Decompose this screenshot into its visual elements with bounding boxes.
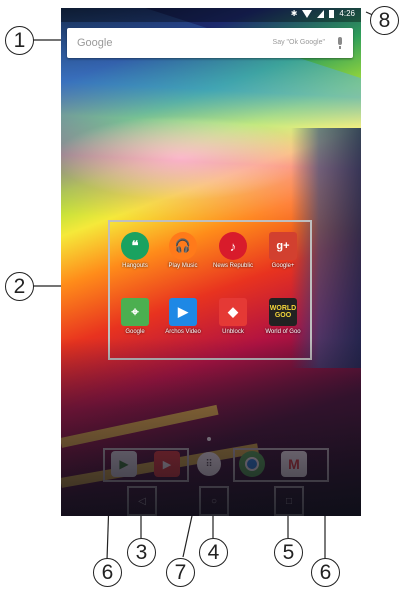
app-label: Play Music — [168, 263, 198, 269]
app-play-music[interactable]: 🎧 Play Music — [158, 232, 208, 269]
app-label: Google+ — [271, 263, 295, 269]
gmail-icon[interactable]: M — [281, 451, 307, 477]
app-label: Unblock — [222, 329, 244, 335]
app-folder-grid: ❝ Hangouts 🎧 Play Music ♪ News Republic … — [108, 220, 312, 360]
callout-6-right: 6 — [311, 558, 340, 587]
google-plus-icon: g+ — [269, 232, 297, 260]
app-label: News Republic — [212, 263, 254, 269]
app-google-maps[interactable]: ⌖ Google — [110, 298, 160, 335]
chrome-icon[interactable] — [239, 451, 265, 477]
dock-right-group — [233, 448, 329, 482]
home-icon: ○ — [210, 495, 218, 507]
google-logo: Google — [77, 37, 113, 49]
bluetooth-icon: ✱ — [290, 9, 298, 18]
youtube-icon[interactable]: ▶ — [154, 451, 180, 477]
app-label: Hangouts — [122, 263, 148, 269]
back-icon: ◁ — [138, 495, 146, 507]
wifi-icon — [302, 10, 313, 18]
world-of-goo-icon: WORLD GOO — [269, 298, 297, 326]
archos-video-icon: ▶ — [169, 298, 197, 326]
recents-icon: □ — [285, 495, 293, 507]
callout-3: 3 — [127, 538, 156, 567]
back-button[interactable]: ◁ — [127, 486, 157, 516]
signal-icon — [317, 10, 325, 18]
app-hangouts[interactable]: ❝ Hangouts — [110, 232, 160, 269]
app-label: World of Goo — [265, 329, 301, 335]
play-store-icon[interactable]: ▶ — [111, 451, 137, 477]
callout-7: 7 — [166, 558, 195, 587]
voice-search-hint: Say "Ok Google" — [272, 39, 325, 46]
dock-left-group — [103, 448, 189, 482]
status-bar: ✱ 4:26 — [61, 8, 361, 22]
app-news-republic[interactable]: ♪ News Republic — [208, 232, 258, 269]
callout-4: 4 — [199, 538, 228, 567]
app-label: Archos Video — [165, 329, 201, 335]
callout-2: 2 — [5, 272, 34, 301]
app-unblock[interactable]: ◆ Unblock — [208, 298, 258, 335]
callout-5: 5 — [274, 538, 303, 567]
app-label: Google — [125, 329, 145, 335]
page-indicator — [207, 437, 211, 441]
recents-button[interactable]: □ — [274, 486, 304, 516]
callout-1: 1 — [5, 26, 34, 55]
battery-icon — [329, 10, 335, 18]
app-world-of-goo[interactable]: WORLD GOO World of Goo — [258, 298, 308, 335]
app-archos-video[interactable]: ▶ Archos Video — [158, 298, 208, 335]
callout-6-left: 6 — [93, 558, 122, 587]
app-google-plus[interactable]: g+ Google+ — [258, 232, 308, 269]
status-time: 4:26 — [339, 9, 355, 18]
wallpaper-road-line — [61, 404, 219, 448]
wallpaper-road-line — [61, 443, 259, 488]
play-music-icon: 🎧 — [169, 232, 197, 260]
news-republic-icon: ♪ — [219, 232, 247, 260]
apps-launcher-icon[interactable]: ⠿ — [197, 452, 221, 476]
callout-8: 8 — [370, 6, 399, 35]
google-search-bar[interactable]: Google Say "Ok Google" — [67, 28, 353, 58]
mic-icon[interactable] — [338, 37, 342, 49]
home-button[interactable]: ○ — [199, 486, 229, 516]
hangouts-icon: ❝ — [121, 232, 149, 260]
phone-screen: ✱ 4:26 Google Say "Ok Google" ❝ Hangouts… — [61, 8, 361, 516]
maps-icon: ⌖ — [121, 298, 149, 326]
cubes-icon: ◆ — [219, 298, 247, 326]
